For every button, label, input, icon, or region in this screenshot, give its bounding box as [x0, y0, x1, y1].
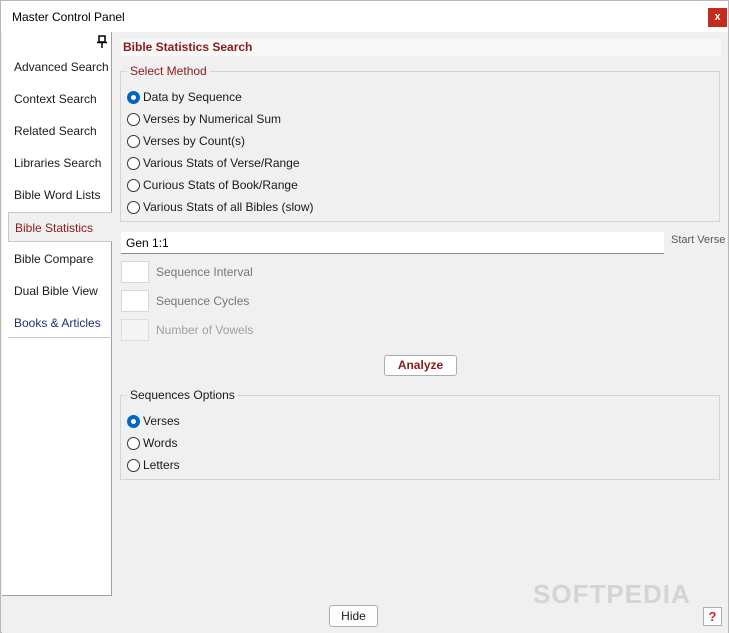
- option-label: Various Stats of Verse/Range: [143, 156, 300, 170]
- option-label: Letters: [143, 458, 180, 472]
- sidebar-item-bible-compare[interactable]: Bible Compare: [2, 244, 112, 274]
- sequence-cycles-label: Sequence Cycles: [156, 294, 250, 308]
- sidebar-item-bible-statistics[interactable]: Bible Statistics: [8, 212, 112, 242]
- option-label: Data by Sequence: [143, 90, 242, 104]
- radio-icon[interactable]: [127, 178, 140, 192]
- select-method-group: Select Method Data by Sequence Verses by…: [120, 64, 720, 222]
- window-title: Master Control Panel: [12, 10, 125, 24]
- option-label: Verses: [143, 414, 180, 428]
- method-option-various-stats-verse-range[interactable]: Various Stats of Verse/Range: [127, 155, 300, 171]
- analyze-button[interactable]: Analyze: [384, 355, 457, 376]
- start-verse-label: Start Verse: [671, 234, 726, 246]
- sidebar-item-dual-bible-view[interactable]: Dual Bible View: [2, 276, 112, 306]
- page-title: Bible Statistics Search: [121, 39, 721, 56]
- radio-selected-icon[interactable]: [127, 90, 140, 104]
- sidebar-item-libraries-search[interactable]: Libraries Search: [2, 148, 112, 178]
- watermark-text: SOFTPEDIA: [533, 579, 691, 609]
- option-label: Verses by Numerical Sum: [143, 112, 282, 126]
- method-option-various-stats-all-bibles[interactable]: Various Stats of all Bibles (slow): [127, 199, 314, 215]
- option-label: Curious Stats of Book/Range: [143, 178, 298, 192]
- select-method-label: Select Method: [127, 64, 210, 79]
- main-panel: Bible Statistics Search Select Method Da…: [113, 32, 728, 596]
- sequences-options-label: Sequences Options: [127, 388, 238, 403]
- sidebar-item-related-search[interactable]: Related Search: [2, 116, 112, 146]
- sequence-cycles-field[interactable]: [121, 290, 149, 312]
- radio-icon[interactable]: [127, 134, 140, 148]
- sequence-option-letters[interactable]: Letters: [127, 457, 180, 473]
- radio-selected-icon[interactable]: [127, 414, 140, 428]
- option-label: Verses by Count(s): [143, 134, 246, 148]
- start-verse-input[interactable]: [121, 232, 664, 254]
- radio-icon[interactable]: [127, 112, 140, 126]
- sequence-option-words[interactable]: Words: [127, 435, 177, 451]
- method-option-data-by-sequence[interactable]: Data by Sequence: [127, 89, 242, 105]
- radio-icon[interactable]: [127, 458, 140, 472]
- method-option-verses-by-numerical-sum[interactable]: Verses by Numerical Sum: [127, 111, 281, 127]
- option-label: Various Stats of all Bibles (slow): [143, 200, 314, 214]
- sidebar-item-context-search[interactable]: Context Search: [2, 84, 112, 114]
- radio-icon[interactable]: [127, 156, 140, 170]
- sequence-interval-label: Sequence Interval: [156, 265, 253, 279]
- sidebar-item-books-articles[interactable]: Books & Articles: [8, 308, 112, 338]
- sidebar-nav: Advanced Search Context Search Related S…: [2, 32, 112, 596]
- method-option-verses-by-count[interactable]: Verses by Count(s): [127, 133, 245, 149]
- title-bar[interactable]: Master Control Panel x: [1, 1, 728, 32]
- sequences-options-group: Sequences Options Verses Words Letters: [120, 388, 720, 480]
- help-button[interactable]: ?: [703, 607, 722, 626]
- sequence-interval-field[interactable]: [121, 261, 149, 283]
- number-of-vowels-field: [121, 319, 149, 341]
- sidebar-item-advanced-search[interactable]: Advanced Search: [2, 52, 112, 82]
- pin-icon[interactable]: [96, 35, 108, 49]
- radio-icon[interactable]: [127, 436, 140, 450]
- hide-button[interactable]: Hide: [329, 605, 378, 627]
- sequence-option-verses[interactable]: Verses: [127, 413, 180, 429]
- number-of-vowels-label: Number of Vowels: [156, 323, 254, 337]
- option-label: Words: [143, 436, 178, 450]
- method-option-curious-stats-book-range[interactable]: Curious Stats of Book/Range: [127, 177, 298, 193]
- close-button[interactable]: x: [708, 8, 727, 27]
- sidebar-item-bible-word-lists[interactable]: Bible Word Lists: [2, 180, 112, 210]
- master-control-panel-window: Master Control Panel x Advanced Search C…: [0, 0, 729, 633]
- radio-icon[interactable]: [127, 200, 140, 214]
